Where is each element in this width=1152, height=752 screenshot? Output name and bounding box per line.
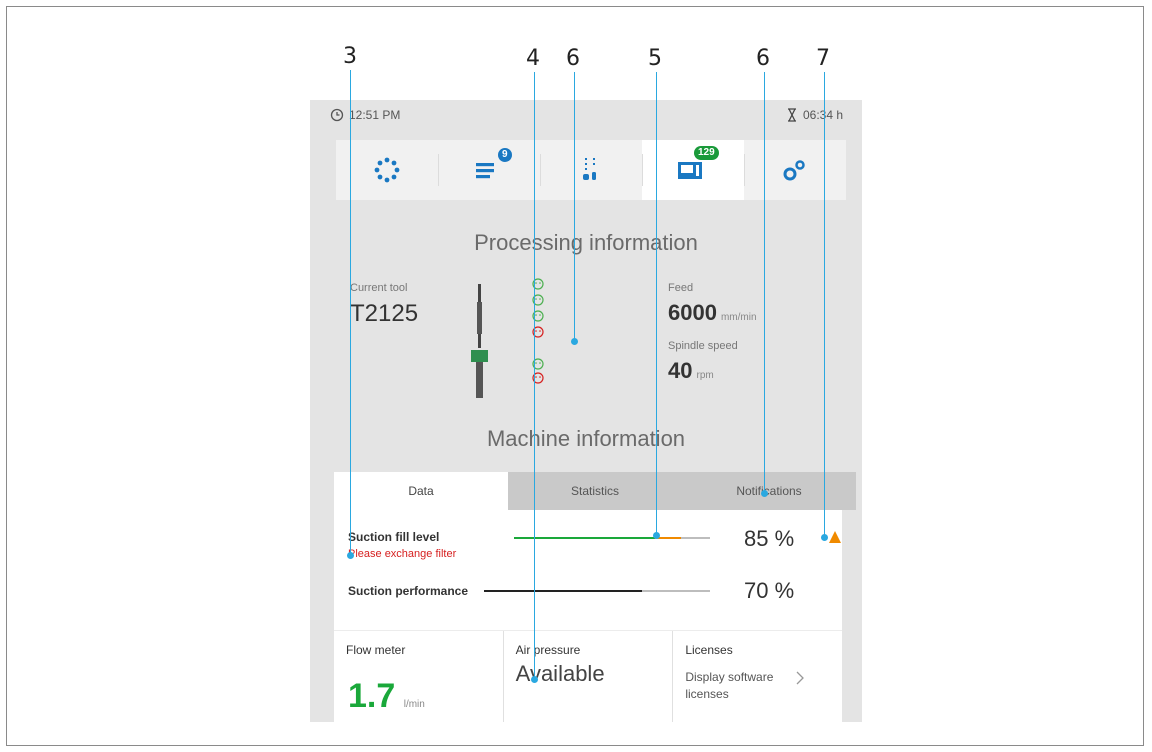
leader-4-dot xyxy=(531,676,538,683)
hourglass-icon xyxy=(788,108,796,122)
tab-data[interactable]: Data xyxy=(334,472,508,510)
air-pressure-tile: Air pressure Available xyxy=(502,631,673,722)
dots-circle-icon xyxy=(374,157,400,183)
callout-7: 7 xyxy=(816,46,830,71)
nav-settings[interactable] xyxy=(744,140,846,200)
callout-3: 3 xyxy=(343,44,357,69)
callout-6a: 6 xyxy=(566,46,580,71)
tool-status-icons xyxy=(532,278,544,384)
licenses-link[interactable]: Display software licenses xyxy=(685,669,795,703)
clock-icon xyxy=(330,108,344,122)
suction-performance-fill xyxy=(484,590,642,592)
leader-6a xyxy=(574,72,575,340)
suction-performance-value: 70 % xyxy=(744,578,795,603)
machine-heading: Machine information xyxy=(486,426,686,451)
leader-4 xyxy=(534,72,535,678)
suction-performance-label: Suction performance xyxy=(348,584,469,598)
feed-value: 6000 xyxy=(668,300,717,325)
flow-meter-title: Flow meter xyxy=(346,643,406,657)
flow-meter-tile: Flow meter 1.7 l/min xyxy=(334,631,503,722)
callout-5: 5 xyxy=(648,46,662,71)
current-tool-value: T2125 xyxy=(350,300,419,327)
nav-tools[interactable] xyxy=(540,140,642,200)
nav-machine[interactable]: 129 xyxy=(642,140,744,200)
leader-7 xyxy=(824,72,825,536)
leader-5 xyxy=(656,72,657,534)
callout-6b: 6 xyxy=(756,46,770,71)
leader-3 xyxy=(350,70,351,554)
leader-7-dot xyxy=(821,534,828,541)
status-time: 12:51 PM xyxy=(330,108,400,122)
status-remaining: 06:34 h xyxy=(786,108,843,122)
warning-icon[interactable] xyxy=(828,530,842,544)
flow-meter-unit: l/min xyxy=(403,699,425,710)
suction-fill-warning: Please exchange filter xyxy=(348,548,457,560)
leader-5-dot xyxy=(653,532,660,539)
leader-6b xyxy=(764,72,765,492)
leader-3-dot xyxy=(347,552,354,559)
nav-overview[interactable] xyxy=(336,140,438,200)
chevron-right-icon xyxy=(796,671,805,685)
tab-notifications[interactable]: Notifications xyxy=(682,472,856,510)
machine-screen-icon xyxy=(678,162,702,179)
machine-tabs: Data Statistics Notifications xyxy=(334,472,856,510)
spindle-value: 40 xyxy=(668,358,693,383)
feed-label: Feed xyxy=(668,282,694,294)
data-panel: Suction fill level Please exchange filte… xyxy=(334,510,842,722)
nav-jobs[interactable]: 9 xyxy=(438,140,540,200)
job-list-icon xyxy=(476,163,494,179)
current-tool-label: Current tool xyxy=(350,282,408,294)
air-pressure-value: Available xyxy=(515,661,605,686)
tool-bars-icon xyxy=(583,158,596,180)
suction-fill-green xyxy=(514,537,655,539)
machine-screen: 12:51 PM 06:34 h 9 129 Processing inform… xyxy=(310,100,862,722)
tool-icon xyxy=(471,284,488,398)
leader-6a-dot xyxy=(571,338,578,345)
leader-6b-dot xyxy=(761,490,768,497)
licenses-tile[interactable]: Licenses Display software licenses xyxy=(672,631,842,722)
feed-unit: mm/min xyxy=(720,312,757,323)
time-text: 12:51 PM xyxy=(349,108,401,122)
processing-heading: Processing information xyxy=(474,230,698,255)
flow-meter-value: 1.7 xyxy=(348,677,396,715)
feed-display: 6000 mm/min xyxy=(668,300,757,326)
main-navigation: 9 129 xyxy=(336,140,846,200)
spindle-label: Spindle speed xyxy=(668,340,738,352)
flow-meter-reading: 1.7 l/min xyxy=(348,677,425,716)
suction-fill-label: Suction fill level xyxy=(348,530,440,544)
suction-fill-value: 85 % xyxy=(744,526,795,551)
spindle-display: 40 rpm xyxy=(668,358,714,384)
callout-4: 4 xyxy=(526,46,540,71)
machine-badge: 129 xyxy=(694,146,719,160)
gears-icon xyxy=(783,160,805,181)
spindle-unit: rpm xyxy=(696,370,714,381)
info-tiles: Flow meter 1.7 l/min Air pressure Availa… xyxy=(334,630,842,722)
air-pressure-title: Air pressure xyxy=(515,643,581,657)
jobs-badge: 9 xyxy=(498,148,512,162)
licenses-title: Licenses xyxy=(685,643,733,657)
